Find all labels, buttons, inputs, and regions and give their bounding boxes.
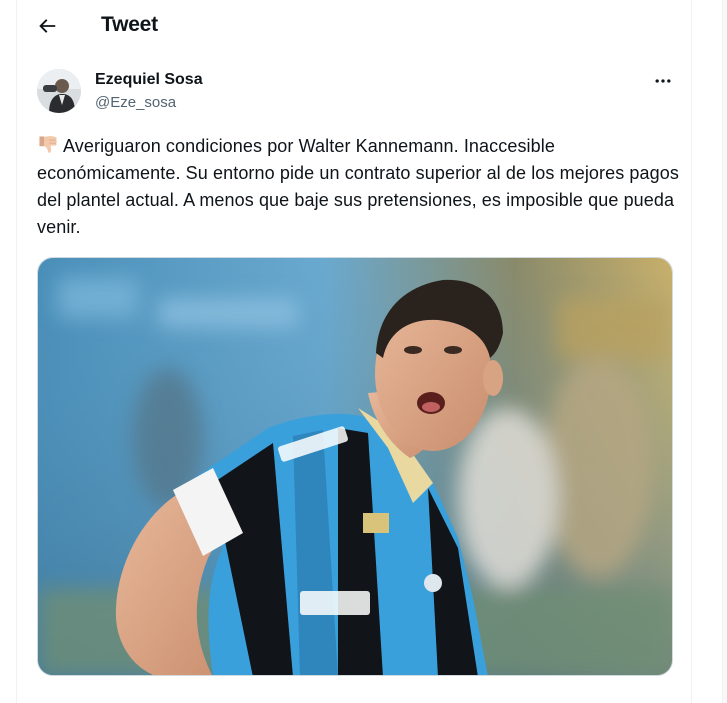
more-icon — [655, 79, 671, 83]
author-handle[interactable]: @Eze_sosa — [95, 94, 176, 111]
arrow-left-icon — [39, 19, 56, 33]
right-sidebar-edge — [722, 0, 727, 703]
tweet-header: Tweet — [17, 0, 691, 53]
tweet-author: Ezequiel Sosa @Eze_sosa — [37, 69, 677, 117]
more-options-button[interactable] — [649, 69, 677, 93]
avatar[interactable] — [37, 69, 81, 113]
back-button[interactable] — [29, 8, 65, 44]
tweet-text: Averiguaron condiciones por Walter Kanne… — [37, 133, 679, 241]
thumbs-down-icon — [39, 136, 57, 153]
page-title: Tweet — [101, 13, 158, 36]
tweet-body: Averiguaron condiciones por Walter Kanne… — [37, 136, 679, 237]
photo-footballer — [38, 258, 672, 675]
tweet-column: Tweet Ezequiel Sosa @Eze_sosa Averiguaro… — [16, 0, 692, 703]
author-name[interactable]: Ezequiel Sosa — [95, 71, 203, 89]
tweet-photo[interactable] — [37, 257, 673, 676]
